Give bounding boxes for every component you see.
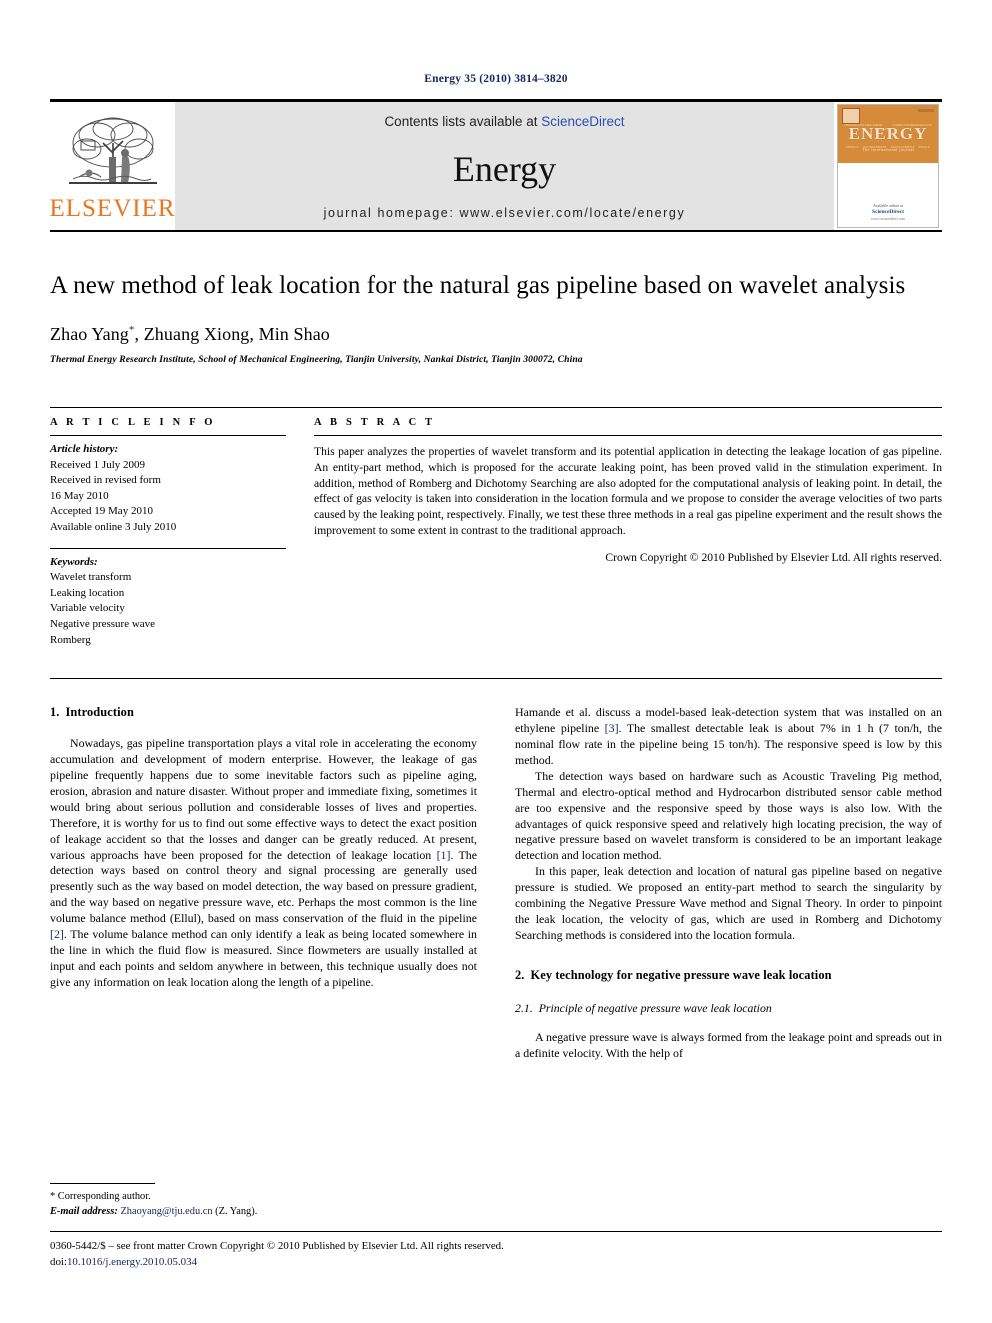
keyword-item: Romberg — [50, 633, 91, 646]
contents-prefix: Contents lists available at — [384, 114, 542, 129]
author-list: Zhao Yang*, Zhuang Xiong, Min Shao — [50, 324, 942, 345]
citation-ref-2[interactable]: [2] — [50, 927, 64, 941]
journal-title: Energy — [452, 148, 557, 189]
cover-tick: MODELLING — [913, 123, 932, 127]
corresponding-author-note: * Corresponding author. — [50, 1190, 151, 1202]
abstract-copyright: Crown Copyright © 2010 Published by Else… — [605, 550, 942, 564]
paragraph-intro-1: Nowadays, gas pipeline transportation pl… — [50, 736, 477, 990]
article-history-label: Article history: — [50, 443, 119, 455]
doi-line: doi:10.1016/j.energy.2010.05.034 — [50, 1255, 942, 1271]
authors-text: Zhao Yang*, Zhuang Xiong, Min Shao — [50, 324, 330, 344]
cover-elsevier-icon — [842, 108, 860, 124]
info-abstract-region: A R T I C L E I N F O Article history: R… — [50, 407, 942, 660]
page-title: A new method of leak location for the na… — [50, 272, 906, 299]
sciencedirect-link[interactable]: ScienceDirect — [541, 114, 624, 129]
section-number: 1. — [50, 705, 60, 720]
journal-homepage-link[interactable]: journal homepage: www.elsevier.com/locat… — [324, 206, 686, 220]
cover-tick: POLICY — [918, 145, 930, 149]
footnote-block: * Corresponding author. E-mail address: … — [50, 1182, 450, 1219]
footnote-rule — [50, 1182, 155, 1184]
intro-text-c: . The volume balance method can only ide… — [50, 927, 477, 989]
elsevier-wordmark: ELSEVIER — [49, 195, 176, 222]
doi-label: doi: — [50, 1256, 67, 1269]
history-item: Received 1 July 2009 — [50, 458, 146, 471]
info-abstract-bottom-rule — [50, 678, 942, 680]
keyword-item: Variable velocity — [50, 602, 125, 615]
keyword-item: Negative pressure wave — [50, 618, 156, 631]
title-block: A new method of leak location for the na… — [50, 270, 942, 365]
subsection-number: 2.1. — [515, 1000, 533, 1015]
subsection-title: Principle of negative pressure wave leak… — [538, 1000, 772, 1015]
elsevier-tree-icon — [67, 113, 159, 195]
cover-top-band: THERMODYNAMICS HEAT TRANSFER COMBUSTION … — [838, 105, 938, 163]
paragraph-sec21-1: A negative pressure wave is always forme… — [515, 1029, 942, 1060]
running-head: Energy 35 (2010) 3814–3820 — [424, 73, 568, 85]
abstract-column: A B S T R A C T This paper analyzes the … — [314, 408, 942, 660]
article-history-group: Article history: Received 1 July 2009 Re… — [50, 436, 286, 548]
left-column: 1. Introduction Nowadays, gas pipeline tr… — [50, 705, 477, 1061]
cover-corner-mark — [918, 109, 934, 112]
journal-cover-thumbnail: THERMODYNAMICS HEAT TRANSFER COMBUSTION … — [837, 104, 939, 228]
keyword-item: Wavelet transform — [50, 571, 132, 584]
email-note: E-mail address: Zhaoyang@tju.edu.cn (Z. … — [50, 1204, 450, 1219]
paper-page: Energy 35 (2010) 3814–3820 ELSEVIER Cont… — [0, 0, 992, 1323]
section-title: Key technology for negative pressure wav… — [530, 967, 832, 982]
abstract-text: This paper analyzes the properties of wa… — [314, 445, 942, 537]
contents-available-line: Contents lists available at ScienceDirec… — [384, 114, 624, 129]
cover-top-ticks: THERMODYNAMICS HEAT TRANSFER COMBUSTION … — [844, 123, 932, 131]
history-item: 16 May 2010 — [50, 489, 109, 502]
email-link[interactable]: Zhaoyang@tju.edu.cn — [120, 1206, 212, 1217]
keywords-label: Keywords: — [50, 555, 98, 568]
cover-tick: HEAT TRANSFER — [874, 123, 891, 131]
history-item: Received in revised form — [50, 474, 161, 487]
keywords-group: Keywords: Wavelet transform Leaking loca… — [50, 549, 286, 661]
elsevier-logo: ELSEVIER — [49, 102, 176, 230]
email-suffix: (Z. Yang). — [215, 1205, 258, 1217]
paragraph-right-2: The detection ways based on hardware suc… — [515, 768, 942, 863]
subsection-heading-principle: 2.1. Principle of negative pressure wave … — [515, 1001, 942, 1016]
journal-cover-container: THERMODYNAMICS HEAT TRANSFER COMBUSTION … — [834, 102, 942, 230]
abstract-heading: A B S T R A C T — [314, 417, 436, 428]
history-item: Accepted 19 May 2010 — [50, 505, 153, 518]
cover-available-label: Available online at — [872, 203, 904, 208]
page-footer: 0360-5442/$ – see front matter Crown Cop… — [50, 1231, 942, 1271]
cover-sciencedirect-logo: ScienceDirect — [872, 209, 904, 215]
section-title: Introduction — [65, 705, 134, 720]
keyword-item: Leaking location — [50, 586, 125, 599]
cover-bottom-ticks: ENERGY ENVIRONMENT MANAGEMENT POLICY — [846, 145, 930, 149]
doi-link[interactable]: 10.1016/j.energy.2010.05.034 — [67, 1256, 197, 1268]
citation-ref-3[interactable]: [3] — [605, 721, 619, 735]
paragraph-right-3: In this paper, leak detection and locati… — [515, 864, 942, 942]
cover-url: www.sciencedirect.com — [870, 217, 906, 221]
cover-tick: THERMODYNAMICS — [844, 123, 875, 127]
cover-tick: COMBUSTION — [891, 123, 914, 127]
body-columns: 1. Introduction Nowadays, gas pipeline tr… — [50, 705, 942, 1061]
section-heading-key-technology: 2. Key technology for negative pressure w… — [515, 968, 942, 983]
article-info-heading: A R T I C L E I N F O — [50, 417, 216, 428]
citation-ref-1[interactable]: [1] — [437, 848, 451, 862]
issn-copyright-line: 0360-5442/$ – see front matter Crown Cop… — [50, 1240, 504, 1253]
right-column: Hamande et al. discuss a model-based lea… — [515, 705, 942, 1061]
section-heading-introduction: 1. Introduction — [50, 705, 477, 720]
affiliation: Thermal Energy Research Institute, Schoo… — [50, 354, 583, 365]
cover-bottom-panel: Available online at ScienceDirect www.sc… — [838, 163, 938, 227]
cover-tick: MANAGEMENT — [891, 145, 915, 149]
section-number: 2. — [515, 967, 525, 982]
history-item: Available online 3 July 2010 — [50, 521, 177, 534]
paragraph-right-1: Hamande et al. discuss a model-based lea… — [515, 705, 942, 769]
masthead-center-panel: Contents lists available at ScienceDirec… — [175, 102, 834, 230]
cover-tick: ENVIRONMENT — [863, 145, 887, 149]
email-label: E-mail address: — [50, 1205, 118, 1217]
intro-text-a: Nowadays, gas pipeline transportation pl… — [50, 736, 477, 862]
corresponding-author-marker: * — [128, 324, 135, 336]
masthead-bottom-rule — [50, 230, 942, 232]
article-info-column: A R T I C L E I N F O Article history: R… — [50, 408, 286, 660]
cover-tick: ENERGY — [846, 145, 859, 149]
journal-masthead: ELSEVIER Contents lists available at Sci… — [49, 99, 942, 230]
